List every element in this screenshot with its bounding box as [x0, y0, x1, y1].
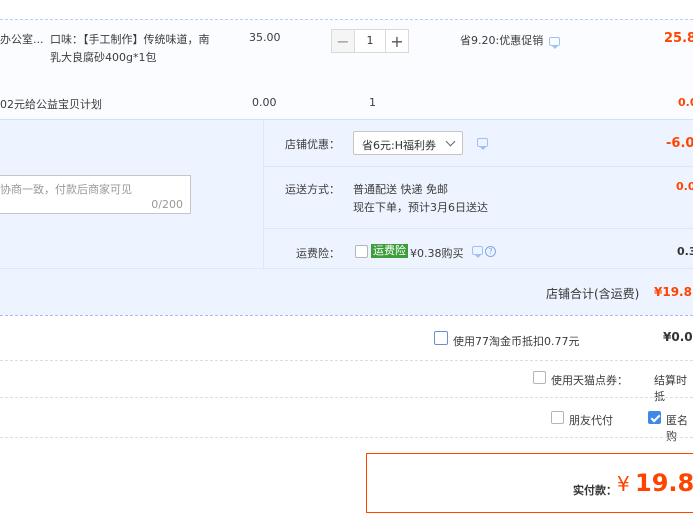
message-count: 0/200 — [151, 198, 183, 211]
decrease-button[interactable]: − — [331, 29, 355, 53]
divider — [0, 397, 693, 398]
message-placeholder: 协商一致，付款后商家可见 — [0, 183, 132, 196]
discount-chat-icon[interactable] — [477, 138, 488, 150]
divider — [263, 166, 693, 167]
item-flavor-line2: 乳大良腐砂400g*1包 — [50, 51, 157, 64]
insurance-checkbox[interactable] — [355, 245, 368, 258]
item-unit-price: 35.00 — [249, 31, 281, 44]
divider — [263, 228, 693, 229]
charity-price: 0.00 — [252, 96, 277, 109]
anonymous-label: 匿名购 — [666, 414, 688, 443]
coins-checkbox[interactable] — [434, 331, 448, 345]
coins-label: 使用77淘金币抵扣0.77元 — [453, 335, 580, 348]
chevron-down-icon — [445, 136, 456, 147]
insurance-amount: 0.3 — [677, 245, 693, 258]
store-total: ¥19.8 — [654, 285, 692, 299]
item-flavor-line1: 口味：【手工制作】传统味道，南 — [50, 33, 210, 46]
insurance-badge: 运费险 — [371, 244, 408, 258]
divider — [0, 315, 693, 316]
friend-pay-label: 朋友代付 — [569, 414, 613, 427]
tmall-points-checkbox[interactable] — [533, 371, 546, 384]
payment-label: 实付款： — [573, 484, 617, 497]
quantity-stepper[interactable]: − 1 + — [331, 29, 409, 53]
message-input[interactable]: 协商一致，付款后商家可见 0/200 — [0, 175, 191, 214]
divider — [0, 119, 693, 120]
shipping-label: 运送方式： — [285, 183, 340, 196]
divider — [0, 360, 693, 361]
insurance-label: 运费险： — [296, 247, 340, 260]
insurance-chat-icon[interactable] — [472, 246, 483, 258]
payment-amount: 19.80 — [635, 469, 693, 497]
friend-pay-checkbox[interactable] — [551, 411, 564, 424]
quantity-input[interactable]: 1 — [355, 29, 385, 53]
anonymous-checkbox[interactable] — [648, 411, 661, 424]
divider — [0, 19, 693, 20]
discount-select[interactable]: 省6元:H福利券 — [353, 131, 463, 155]
promo-chat-icon[interactable] — [549, 37, 560, 49]
tmall-points-right: 结算时抵 — [654, 374, 687, 403]
store-total-label: 店铺合计(含运费) — [546, 287, 640, 301]
insurance-text: ¥0.38购买 — [410, 247, 464, 260]
charity-subtotal: 0.0 — [678, 96, 693, 109]
tmall-points-label: 使用天猫点券： — [551, 374, 628, 387]
shipping-eta: 现在下单，预计3月6日送达 — [353, 201, 488, 214]
discount-label: 店铺优惠： — [285, 138, 340, 151]
charity-quantity: 1 — [369, 96, 376, 109]
shipping-method: 普通配送 快递 免邮 — [353, 183, 448, 196]
discount-amount: -6.0 — [666, 136, 693, 151]
shipping-amount: 0.0 — [676, 180, 693, 193]
discount-selected: 省6元:H福利券 — [362, 139, 436, 152]
item-title[interactable]: 办公室... — [0, 31, 44, 47]
divider — [0, 437, 693, 438]
payment-summary: 实付款： ¥ 19.80 — [366, 453, 693, 513]
item-subtotal: 25.8 — [664, 31, 693, 46]
divider — [263, 120, 264, 268]
help-icon[interactable]: ? — [485, 246, 496, 257]
divider — [0, 268, 693, 269]
increase-button[interactable]: + — [385, 29, 409, 53]
promo-text: 省9.20:优惠促销 — [460, 34, 544, 47]
payment-currency: ¥ — [617, 472, 630, 496]
charity-label: 02元给公益宝贝计划 — [0, 98, 102, 111]
coins-amount: ¥0.0 — [663, 330, 693, 344]
